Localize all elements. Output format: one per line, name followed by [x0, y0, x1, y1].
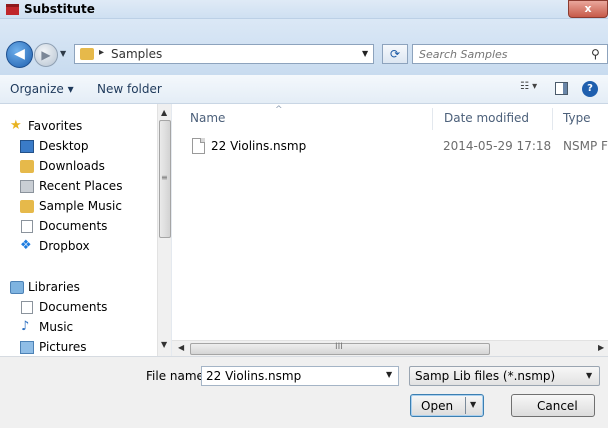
- preview-pane-icon[interactable]: [555, 82, 568, 95]
- scroll-grip: III: [335, 342, 343, 352]
- address-bar: ◀ ▶ ▼ ▸ Samples ▼ ⟳ ⚲: [0, 19, 608, 75]
- organize-button[interactable]: Organize ▾: [10, 82, 74, 96]
- breadcrumb-separator[interactable]: ▸: [99, 47, 104, 58]
- open-options-dropdown-icon[interactable]: ▼: [470, 400, 476, 409]
- file-row[interactable]: 22 Violins.nsmp 2014-05-29 17:18 NSMP Fi…: [190, 137, 608, 157]
- cancel-button[interactable]: Cancel: [511, 394, 595, 417]
- window-title: Substitute: [24, 2, 95, 16]
- close-button[interactable]: x: [568, 0, 608, 18]
- folder-icon: [80, 48, 94, 60]
- file-name-field[interactable]: ▼: [201, 366, 399, 386]
- documents-icon: [21, 220, 33, 233]
- scroll-right-icon[interactable]: ▶: [598, 343, 604, 352]
- horizontal-scrollbar[interactable]: ◀ III ▶: [172, 340, 608, 356]
- new-folder-button[interactable]: New folder: [97, 82, 162, 96]
- star-icon: ★: [10, 118, 22, 133]
- music-icon: ♪: [21, 319, 30, 334]
- app-icon: [6, 4, 19, 15]
- scroll-grip-icon: ≡: [161, 173, 168, 182]
- split-divider: [465, 397, 466, 414]
- search-input[interactable]: [419, 45, 579, 63]
- dropbox-icon: ❖: [20, 238, 32, 253]
- file-list[interactable]: Name ^ Date modified Type 22 Violins.nsm…: [172, 104, 608, 356]
- dialog-footer: File name: ▼ Samp Lib files (*.nsmp) ▼ O…: [0, 356, 608, 428]
- address-field[interactable]: ▸ Samples ▼: [74, 44, 374, 64]
- downloads-icon: [20, 160, 34, 173]
- column-header-date-modified[interactable]: Date modified: [444, 111, 529, 125]
- title-bar: Substitute x: [0, 0, 608, 19]
- scroll-down-icon[interactable]: ▼: [161, 340, 167, 349]
- file-type: NSMP File: [563, 139, 608, 153]
- folder-icon: [20, 200, 34, 213]
- open-button-label: Open: [421, 399, 454, 413]
- open-button[interactable]: Open ▼: [410, 394, 484, 417]
- back-arrow-icon[interactable]: ◀: [6, 41, 33, 68]
- column-header-name[interactable]: Name: [190, 111, 225, 125]
- file-name-input[interactable]: [206, 367, 376, 385]
- file-name-dropdown-icon[interactable]: ▼: [386, 370, 392, 379]
- chevron-down-icon: ▼: [586, 371, 593, 380]
- file-icon: [192, 138, 205, 154]
- scroll-thumb[interactable]: III: [190, 342, 490, 355]
- views-icon[interactable]: ☷ ▾: [520, 81, 546, 97]
- search-icon[interactable]: ⚲: [591, 47, 600, 61]
- refresh-icon[interactable]: ⟳: [382, 44, 408, 64]
- file-type-value: Samp Lib files (*.nsmp): [415, 369, 556, 383]
- file-name-label: File name:: [146, 369, 208, 383]
- recent-locations-dropdown[interactable]: ▼: [60, 49, 70, 61]
- scroll-left-icon[interactable]: ◀: [178, 343, 184, 352]
- address-dropdown-icon[interactable]: ▼: [362, 49, 368, 58]
- file-type-select[interactable]: Samp Lib files (*.nsmp) ▼: [409, 366, 600, 386]
- sort-arrow-icon: ^: [275, 105, 283, 115]
- navigation-pane[interactable]: ★ Favorites Desktop Downloads Recent Pla…: [0, 104, 172, 356]
- documents-icon: [21, 301, 33, 314]
- libraries-icon: [10, 281, 24, 294]
- scroll-up-icon[interactable]: ▲: [161, 108, 167, 117]
- column-divider[interactable]: [552, 108, 553, 130]
- column-divider[interactable]: [432, 108, 433, 130]
- desktop-icon: [20, 140, 34, 153]
- column-header-type[interactable]: Type: [563, 111, 591, 125]
- nav-vertical-scrollbar[interactable]: ▲ ≡ ▼: [157, 104, 171, 356]
- pictures-icon: [20, 341, 34, 354]
- breadcrumb-samples[interactable]: Samples: [111, 47, 162, 61]
- forward-arrow-icon[interactable]: ▶: [34, 43, 58, 67]
- file-date-modified: 2014-05-29 17:18: [443, 139, 552, 153]
- help-icon[interactable]: ?: [582, 81, 598, 97]
- cancel-button-label: Cancel: [537, 399, 578, 413]
- recent-places-icon: [20, 180, 34, 193]
- file-name: 22 Violins.nsmp: [211, 139, 307, 153]
- search-field[interactable]: ⚲: [412, 44, 608, 64]
- command-toolbar: Organize ▾ New folder ☷ ▾ ?: [0, 75, 608, 104]
